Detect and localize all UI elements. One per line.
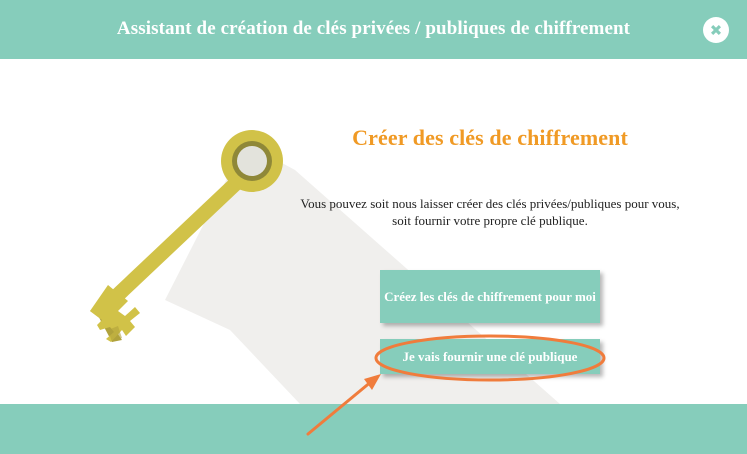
close-icon bbox=[711, 25, 721, 35]
key-illustration bbox=[90, 130, 560, 404]
close-button[interactable] bbox=[703, 17, 729, 43]
key-wizard-dialog: Assistant de création de clés privées / … bbox=[0, 0, 747, 454]
provide-public-key-button[interactable]: Je vais fournir une clé publique bbox=[380, 339, 600, 374]
dialog-title: Assistant de création de clés privées / … bbox=[116, 17, 631, 39]
dialog-footer bbox=[0, 404, 747, 454]
dialog-header: Assistant de création de clés privées / … bbox=[0, 0, 747, 59]
description-line-2: soit fournir votre propre clé publique. bbox=[392, 213, 588, 228]
page-title: Créer des clés de chiffrement bbox=[352, 125, 628, 150]
wizard-description: Vous pouvez soit nous laisser créer des … bbox=[275, 195, 705, 229]
create-keys-button[interactable]: Créez les clés de chiffrement pour moi bbox=[380, 270, 600, 323]
description-line-1: Vous pouvez soit nous laisser créer des … bbox=[300, 196, 680, 211]
